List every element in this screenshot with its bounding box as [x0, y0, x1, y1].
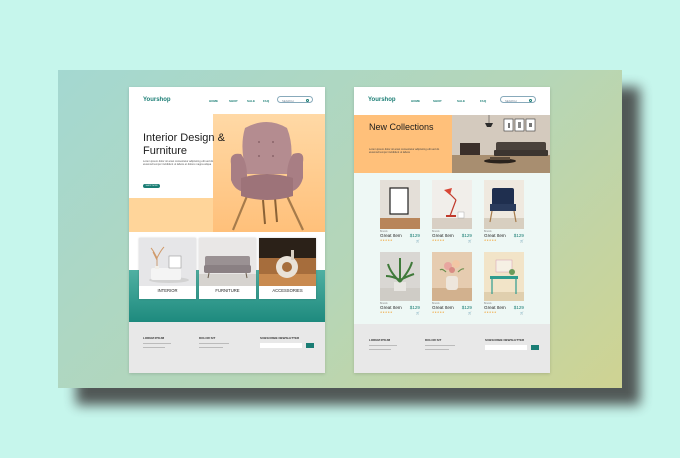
product-name[interactable]: Great Item — [432, 305, 454, 310]
product-price: $129 — [409, 233, 420, 238]
search-icon[interactable] — [529, 98, 532, 102]
footer-line — [425, 345, 455, 346]
nav-faq[interactable]: FAQ — [480, 99, 486, 103]
hero-description: Lorem ipsum dolor sit amet consectetur a… — [369, 148, 440, 155]
hero-section: Interior Design & Furniture Lorem ipsum … — [129, 114, 325, 232]
search-input[interactable]: SEARCH — [277, 96, 313, 103]
nav-faq[interactable]: FAQ — [263, 99, 269, 103]
category-label: INTERIOR — [157, 288, 178, 293]
rating-stars-icon: ★★★★★ — [484, 311, 497, 314]
homepage-mockup: Yourshop HOME SHOP SALE FAQ SEARCH Inter… — [129, 87, 325, 373]
nav-shop[interactable]: SHOP — [433, 99, 442, 103]
footer-line — [425, 349, 449, 350]
product-card[interactable]: Brands Great Item $129 ★★★★★ 🛒 — [432, 252, 472, 316]
category-card-accessories[interactable]: ACCESSORIES — [259, 238, 316, 299]
newsletter-input[interactable] — [260, 343, 302, 348]
footer-col-1: LOREM IPSUM — [143, 336, 165, 340]
footer-line — [143, 343, 171, 344]
top-nav: Yourshop HOME SHOP SALE FAQ SEARCH — [129, 87, 325, 114]
shop-now-button[interactable]: SHOP NOW — [143, 184, 160, 188]
nav-sale[interactable]: SALE — [247, 99, 255, 103]
cart-icon[interactable]: 🛒 — [468, 239, 472, 243]
product-price: $129 — [409, 305, 420, 310]
footer-col-3: SUBSCRIBE NEWSLETTER — [260, 336, 300, 340]
footer-col-2: DOLOR SIT — [425, 338, 442, 342]
logo[interactable]: Yourshop — [143, 97, 171, 103]
hero-band — [129, 198, 213, 232]
newsletter-submit-button[interactable] — [531, 345, 539, 350]
product-name[interactable]: Great Item — [380, 305, 402, 310]
nav-home[interactable]: HOME — [411, 99, 420, 103]
product-card[interactable]: Brands Great Item $129 ★★★★★ 🛒 — [484, 252, 524, 316]
footer-col-3: SUBSCRIBE NEWSLETTER — [485, 338, 525, 342]
footer: LOREM IPSUM DOLOR SIT SUBSCRIBE NEWSLETT… — [354, 324, 550, 373]
product-card[interactable]: Brands Great Item $129 ★★★★★ 🛒 — [380, 252, 420, 316]
nav-home[interactable]: HOME — [209, 99, 218, 103]
product-name[interactable]: Great Item — [484, 305, 506, 310]
newsletter-input[interactable] — [485, 345, 527, 350]
rating-stars-icon: ★★★★★ — [380, 239, 393, 242]
product-image[interactable] — [484, 180, 524, 229]
product-name[interactable]: Great Item — [432, 233, 454, 238]
hero-title: New Collections — [369, 122, 434, 132]
cart-icon[interactable]: 🛒 — [416, 311, 420, 315]
product-price: $129 — [513, 305, 524, 310]
category-label: ACCESSORIES — [272, 288, 303, 293]
search-icon[interactable] — [306, 98, 309, 102]
footer-line — [143, 347, 165, 348]
logo[interactable]: Yourshop — [368, 97, 396, 103]
search-input[interactable]: SEARCH — [500, 96, 536, 103]
rating-stars-icon: ★★★★★ — [432, 239, 445, 242]
category-card-furniture[interactable]: FURNITURE — [199, 238, 256, 299]
hero-description: Lorem ipsum dolor sit amet consectetur a… — [143, 160, 214, 167]
category-label: FURNITURE — [215, 288, 240, 293]
footer-line — [199, 347, 223, 348]
cart-icon[interactable]: 🛒 — [520, 311, 524, 315]
collections-mockup: Yourshop HOME SHOP SALE FAQ SEARCH New C… — [354, 87, 550, 373]
footer-line — [199, 343, 229, 344]
product-card[interactable]: Brands Great Item $129 ★★★★★ 🛒 — [484, 180, 524, 244]
product-price: $129 — [461, 233, 472, 238]
cart-icon[interactable]: 🛒 — [416, 239, 420, 243]
product-card[interactable]: Brands Great Item $129 ★★★★★ 🛒 — [380, 180, 420, 244]
product-image[interactable] — [380, 180, 420, 229]
cart-icon[interactable]: 🛒 — [468, 311, 472, 315]
product-image[interactable] — [432, 180, 472, 229]
product-name[interactable]: Great Item — [484, 233, 506, 238]
product-price: $129 — [513, 233, 524, 238]
footer-line — [369, 345, 397, 346]
hero-title: Interior Design & Furniture — [143, 132, 225, 157]
category-card-interior[interactable]: INTERIOR — [139, 238, 196, 299]
rating-stars-icon: ★★★★★ — [432, 311, 445, 314]
interior-image — [139, 238, 196, 286]
product-card[interactable]: Brands Great Item $129 ★★★★★ 🛒 — [432, 180, 472, 244]
nav-shop[interactable]: SHOP — [229, 99, 238, 103]
living-room-image — [452, 115, 550, 173]
rating-stars-icon: ★★★★★ — [380, 311, 393, 314]
product-image[interactable] — [484, 252, 524, 301]
footer: LOREM IPSUM DOLOR SIT SUBSCRIBE NEWSLETT… — [129, 322, 325, 373]
vase-image — [259, 238, 316, 286]
rating-stars-icon: ★★★★★ — [484, 239, 497, 242]
top-nav: Yourshop HOME SHOP SALE FAQ SEARCH — [354, 87, 550, 114]
footer-line — [369, 349, 391, 350]
product-price: $129 — [461, 305, 472, 310]
product-name[interactable]: Great Item — [380, 233, 402, 238]
sofa-image — [199, 238, 256, 286]
nav-sale[interactable]: SALE — [457, 99, 465, 103]
product-image[interactable] — [380, 252, 420, 301]
newsletter-submit-button[interactable] — [306, 343, 314, 348]
product-image[interactable] — [432, 252, 472, 301]
footer-col-2: DOLOR SIT — [199, 336, 216, 340]
footer-col-1: LOREM IPSUM — [369, 338, 391, 342]
cart-icon[interactable]: 🛒 — [520, 239, 524, 243]
